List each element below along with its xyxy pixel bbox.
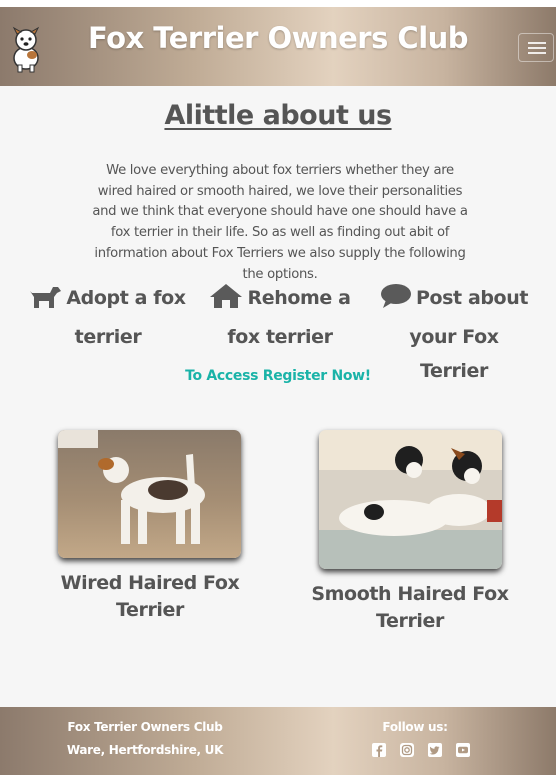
wired-haired-caption: Wired Haired Fox Terrier bbox=[60, 572, 240, 621]
instagram-icon[interactable] bbox=[400, 742, 414, 757]
dog-icon bbox=[30, 283, 62, 320]
site-title[interactable]: Fox Terrier Owners Club bbox=[0, 21, 556, 55]
smooth-haired-fox-terrier-image bbox=[319, 430, 502, 569]
youtube-icon[interactable] bbox=[456, 742, 470, 757]
option-adopt-label: Adopt a fox terrier bbox=[66, 287, 186, 348]
top-strip bbox=[0, 0, 556, 7]
home-icon bbox=[209, 283, 243, 320]
comment-icon bbox=[380, 283, 412, 320]
site-footer: Fox Terrier Owners Club Ware, Hertfordsh… bbox=[0, 707, 556, 775]
register-link[interactable]: To Access Register Now! bbox=[0, 368, 556, 384]
twitter-icon[interactable] bbox=[428, 742, 442, 757]
footer-club-name: Fox Terrier Owners Club bbox=[67, 720, 223, 734]
option-rehome[interactable]: Rehome a fox terrier bbox=[200, 281, 360, 354]
wired-haired-fox-terrier-image bbox=[58, 430, 241, 558]
smooth-haired-caption: Smooth Haired Fox Terrier bbox=[311, 583, 509, 632]
footer-follow-label: Follow us: bbox=[382, 720, 448, 734]
hamburger-menu-icon[interactable] bbox=[518, 33, 554, 62]
footer-location: Ware, Hertfordshire, UK bbox=[66, 743, 224, 757]
facebook-icon[interactable] bbox=[372, 742, 386, 757]
intro-paragraph: We love everything about fox terriers wh… bbox=[92, 163, 468, 282]
option-rehome-label: Rehome a fox terrier bbox=[227, 287, 351, 348]
about-heading: Alittle about us bbox=[164, 100, 392, 131]
option-adopt[interactable]: Adopt a fox terrier bbox=[28, 281, 188, 354]
site-header: Fox Terrier Owners Club bbox=[0, 7, 556, 86]
